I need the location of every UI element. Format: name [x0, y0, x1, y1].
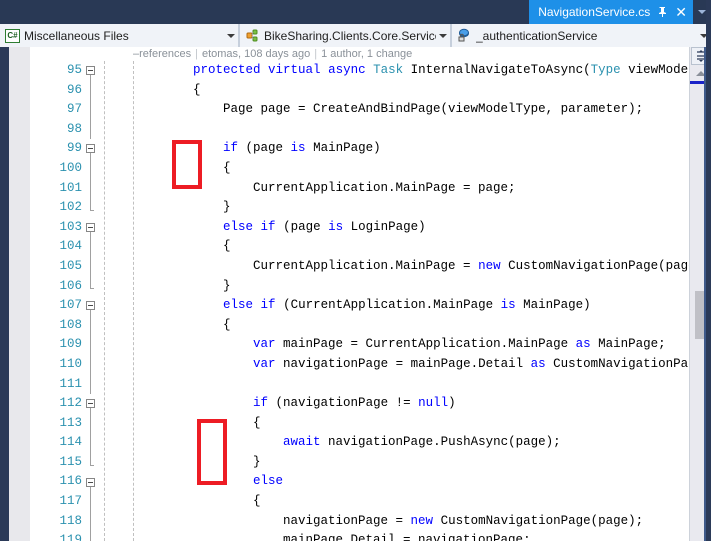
code-line[interactable]: 109 var mainPage = CurrentApplication.Ma… [0, 335, 711, 355]
code-line-text: Page page = CreateAndBindPage(viewModelT… [133, 102, 644, 117]
member-dropdown-value: _authenticationService [476, 28, 598, 43]
line-number: 108 [59, 317, 82, 332]
code-line-text: } [133, 278, 231, 293]
code-line[interactable]: 105 CurrentApplication.MainPage = new Cu… [0, 257, 711, 277]
line-number: 118 [59, 513, 82, 528]
code-line-text: CurrentApplication.MainPage = new Custom… [133, 258, 711, 273]
code-line[interactable]: 113 { [0, 414, 711, 434]
redbox-braces-100-102 [172, 140, 202, 189]
pin-icon[interactable] [657, 5, 669, 19]
code-line-text: navigationPage = new CustomNavigationPag… [133, 513, 644, 528]
line-number: 114 [59, 435, 82, 450]
code-line[interactable]: 112 if (navigationPage != null) [0, 394, 711, 414]
line-number: 97 [66, 102, 82, 117]
line-number: 98 [66, 121, 82, 136]
line-number: 104 [59, 239, 82, 254]
line-number: 106 [59, 278, 82, 293]
code-line-text: else if (page is LoginPage) [223, 219, 426, 234]
code-line[interactable]: 107 else if (CurrentApplication.MainPage… [0, 296, 711, 316]
codelens-indicator[interactable]: –references | etomas, 108 days ago | 1 autho… [133, 47, 412, 61]
code-line[interactable]: 116 else [0, 472, 711, 492]
code-line[interactable]: 102 } [0, 198, 711, 218]
line-number: 102 [59, 200, 82, 215]
line-number: 101 [59, 180, 82, 195]
code-line[interactable]: 110 var navigationPage = mainPage.Detail… [0, 355, 711, 375]
code-line[interactable]: 108 { [0, 316, 711, 336]
type-dropdown[interactable]: BikeSharing.Clients.Core.Services.Nav [239, 24, 451, 47]
code-line[interactable]: 96 { [0, 81, 711, 101]
code-line-text: if (page is MainPage) [223, 141, 381, 156]
line-number: 100 [59, 160, 82, 175]
code-line[interactable]: 101 CurrentApplication.MainPage = page; [0, 179, 711, 199]
tab-navigationservice-cs[interactable]: NavigationService.cs ✕ [529, 0, 693, 24]
codelens-author[interactable]: etomas, 108 days ago [202, 48, 310, 60]
type-dropdown-value: BikeSharing.Clients.Core.Services.Nav [264, 28, 436, 43]
close-icon[interactable]: ✕ [673, 5, 689, 19]
code-line-text: { [133, 317, 231, 332]
code-line-text: protected virtual async Task InternalNav… [193, 63, 711, 77]
code-line-text: var mainPage = CurrentApplication.MainPa… [253, 337, 666, 352]
codelens-separator-1: | [195, 48, 198, 60]
line-number: 95 [66, 63, 82, 77]
visual-studio-editor-window: NavigationService.cs ✕ C# Miscellaneous … [0, 0, 711, 541]
code-lines-container[interactable]: 95 protected virtual async Task Internal… [0, 61, 711, 541]
code-line[interactable]: 104 { [0, 237, 711, 257]
line-number: 96 [66, 82, 82, 97]
chevron-down-icon [698, 10, 706, 14]
line-number: 112 [59, 396, 82, 411]
code-line-text: else if (CurrentApplication.MainPage is … [223, 298, 591, 313]
code-line[interactable]: 111 [0, 375, 711, 395]
project-dropdown[interactable]: C# Miscellaneous Files [0, 24, 239, 47]
code-line[interactable]: 95 protected virtual async Task Internal… [0, 61, 711, 81]
codelens-history[interactable]: 1 author, 1 change [321, 48, 412, 60]
code-editor[interactable]: –references | etomas, 108 days ago | 1 autho… [0, 47, 711, 541]
redbox-braces-117-120 [197, 419, 227, 485]
code-line-text: { [133, 494, 261, 509]
line-number: 109 [59, 337, 82, 352]
csharp-project-icon: C# [4, 28, 21, 44]
code-line[interactable]: 100 { [0, 159, 711, 179]
member-dropdown[interactable]: _authenticationService [451, 24, 711, 47]
code-line[interactable]: 115 } [0, 453, 711, 473]
line-number: 107 [59, 298, 82, 313]
code-line[interactable]: 117 { [0, 492, 711, 512]
chevron-down-icon[interactable] [224, 24, 238, 47]
codelens-references[interactable]: –references [133, 48, 191, 60]
line-number: 103 [59, 219, 82, 234]
code-line-text: { [133, 239, 231, 254]
line-number: 113 [59, 415, 82, 430]
code-line[interactable]: 114 await navigationPage.PushAsync(page)… [0, 433, 711, 453]
code-line[interactable]: 118 navigationPage = new CustomNavigatio… [0, 512, 711, 532]
line-number: 117 [59, 494, 82, 509]
code-line[interactable]: 99 if (page is MainPage) [0, 139, 711, 159]
code-line[interactable]: 98 [0, 120, 711, 140]
code-line[interactable]: 106 } [0, 277, 711, 297]
code-line-text: mainPage.Detail = navigationPage; [133, 533, 531, 541]
navigation-bar: C# Miscellaneous Files BikeSharing.Clien… [0, 24, 711, 47]
line-number: 116 [59, 474, 82, 489]
code-line[interactable]: 103 else if (page is LoginPage) [0, 218, 711, 238]
code-line-text: } [133, 200, 231, 215]
private-field-icon [456, 28, 473, 44]
code-line-text: if (navigationPage != null) [253, 396, 456, 411]
document-tab-strip: NavigationService.cs ✕ [0, 0, 711, 24]
code-line[interactable]: 119 mainPage.Detail = navigationPage; [0, 531, 711, 541]
codelens-separator-2: | [314, 48, 318, 60]
code-line-text: { [133, 82, 201, 97]
line-number: 110 [59, 356, 82, 371]
line-number: 99 [66, 141, 82, 156]
chevron-down-icon[interactable] [436, 24, 450, 47]
code-line-text: var navigationPage = mainPage.Detail as … [253, 356, 711, 371]
line-number: 119 [59, 533, 82, 541]
line-number: 105 [59, 258, 82, 273]
window-right-edge [706, 0, 711, 541]
class-icon [244, 28, 261, 44]
project-dropdown-value: Miscellaneous Files [24, 28, 129, 43]
line-number: 111 [59, 376, 82, 391]
line-number: 115 [59, 454, 82, 469]
tab-title: NavigationService.cs [538, 5, 651, 19]
code-line[interactable]: 97 Page page = CreateAndBindPage(viewMod… [0, 100, 711, 120]
